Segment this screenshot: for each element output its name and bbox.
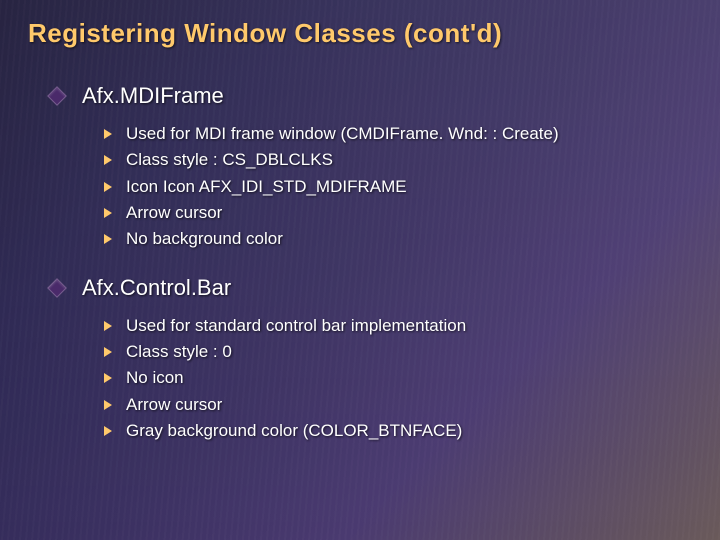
list-item: No icon <box>104 365 692 391</box>
list-item: Arrow cursor <box>104 392 692 418</box>
triangle-bullet-icon <box>104 400 112 410</box>
item-text: Class style : CS_DBLCLKS <box>126 147 333 173</box>
triangle-bullet-icon <box>104 182 112 192</box>
item-text: No background color <box>126 226 283 252</box>
section-mdiframe: Afx.MDIFrame Used for MDI frame window (… <box>50 83 692 253</box>
diamond-bullet-icon <box>47 278 67 298</box>
triangle-bullet-icon <box>104 234 112 244</box>
triangle-bullet-icon <box>104 155 112 165</box>
triangle-bullet-icon <box>104 321 112 331</box>
item-text: Icon Icon AFX_IDI_STD_MDIFRAME <box>126 174 407 200</box>
section-heading: Afx.Control.Bar <box>82 275 231 301</box>
triangle-bullet-icon <box>104 129 112 139</box>
triangle-bullet-icon <box>104 208 112 218</box>
section-row: Afx.MDIFrame <box>50 83 692 109</box>
item-text: No icon <box>126 365 184 391</box>
list-item: Gray background color (COLOR_BTNFACE) <box>104 418 692 444</box>
list-item: No background color <box>104 226 692 252</box>
item-text: Used for standard control bar implementa… <box>126 313 466 339</box>
list-item: Class style : 0 <box>104 339 692 365</box>
item-text: Class style : 0 <box>126 339 232 365</box>
triangle-bullet-icon <box>104 373 112 383</box>
item-text: Used for MDI frame window (CMDIFrame. Wn… <box>126 121 559 147</box>
item-list: Used for standard control bar implementa… <box>104 313 692 445</box>
section-heading: Afx.MDIFrame <box>82 83 224 109</box>
item-text: Gray background color (COLOR_BTNFACE) <box>126 418 462 444</box>
list-item: Icon Icon AFX_IDI_STD_MDIFRAME <box>104 174 692 200</box>
section-controlbar: Afx.Control.Bar Used for standard contro… <box>50 275 692 445</box>
item-text: Arrow cursor <box>126 392 222 418</box>
list-item: Arrow cursor <box>104 200 692 226</box>
list-item: Used for standard control bar implementa… <box>104 313 692 339</box>
item-list: Used for MDI frame window (CMDIFrame. Wn… <box>104 121 692 253</box>
diamond-bullet-icon <box>47 86 67 106</box>
triangle-bullet-icon <box>104 347 112 357</box>
list-item: Class style : CS_DBLCLKS <box>104 147 692 173</box>
list-item: Used for MDI frame window (CMDIFrame. Wn… <box>104 121 692 147</box>
item-text: Arrow cursor <box>126 200 222 226</box>
page-title: Registering Window Classes (cont'd) <box>28 18 692 49</box>
triangle-bullet-icon <box>104 426 112 436</box>
slide: Registering Window Classes (cont'd) Afx.… <box>0 0 720 540</box>
section-row: Afx.Control.Bar <box>50 275 692 301</box>
